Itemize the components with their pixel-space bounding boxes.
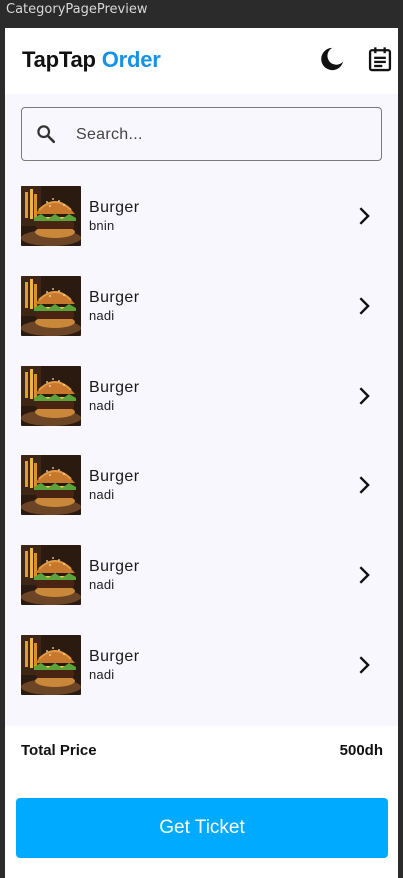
chevron-right-icon	[359, 207, 370, 225]
item-subtitle: bnin	[89, 218, 115, 233]
total-price-row: Total Price 500dh	[5, 726, 398, 776]
list-item[interactable]: Burger nadi	[5, 455, 398, 517]
burger-image	[21, 545, 81, 606]
burger-image	[21, 186, 81, 246]
search-icon	[37, 125, 56, 144]
chevron-right-icon	[359, 297, 370, 315]
item-name: Burger	[89, 199, 140, 216]
list-item[interactable]: Burger nadi	[5, 635, 398, 697]
calendar-icon[interactable]	[366, 45, 394, 73]
chevron-right-icon	[359, 656, 370, 674]
item-subtitle: nadi	[89, 487, 115, 503]
app-header: TapTap Order	[5, 28, 398, 94]
item-subtitle: nadi	[89, 397, 115, 413]
item-name: Burger	[89, 648, 140, 665]
brand-title-part2: Order	[101, 47, 161, 72]
item-subtitle: nadi	[89, 577, 115, 593]
total-price-value: 500dh	[339, 742, 383, 759]
search-input[interactable]	[74, 108, 378, 162]
chevron-right-icon	[359, 386, 370, 405]
get-ticket-button[interactable]: Get Ticket	[16, 798, 388, 858]
item-subtitle: nadi	[89, 307, 115, 323]
list-item[interactable]: Burger nadi	[5, 545, 398, 607]
item-name: Burger	[89, 468, 140, 486]
app-screen: TapTap Order Search... Burger bnin Burge…	[5, 28, 398, 878]
burger-image	[21, 275, 81, 336]
burger-image	[21, 365, 81, 426]
item-name: Burger	[89, 288, 140, 306]
category-content: Burger bnin	[5, 94, 398, 726]
brand-title: TapTap Order	[22, 47, 161, 73]
total-price-label: Total Price	[21, 742, 97, 759]
list-item[interactable]: Burger bnin	[5, 186, 398, 248]
item-name: Burger	[89, 558, 140, 576]
brand-title-part1: TapTap	[22, 47, 96, 72]
burger-image	[21, 635, 81, 695]
item-subtitle: nadi	[89, 667, 115, 682]
list-item[interactable]: Burger nadi	[5, 365, 398, 428]
chevron-right-icon	[359, 566, 370, 584]
search-field[interactable]	[21, 107, 382, 162]
preview-window-title: CategoryPagePreview	[6, 2, 148, 17]
moon-icon[interactable]	[318, 45, 346, 73]
chevron-right-icon	[359, 476, 370, 495]
list-item[interactable]: Burger nadi	[5, 275, 398, 338]
item-name: Burger	[89, 378, 140, 396]
burger-image	[21, 455, 81, 516]
